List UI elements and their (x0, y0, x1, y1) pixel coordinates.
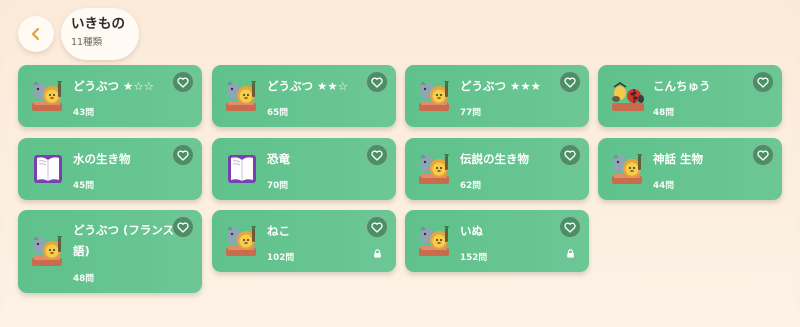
favorite-button[interactable] (366, 144, 388, 166)
heart-icon (564, 222, 576, 233)
question-count: 65問 (267, 108, 289, 118)
question-count: 62問 (460, 181, 482, 191)
favorite-button[interactable] (559, 216, 581, 238)
heart-icon (177, 222, 189, 233)
question-count: 45問 (73, 181, 95, 191)
lion-icon (30, 234, 66, 268)
question-count: 44問 (653, 181, 675, 191)
favorite-button[interactable] (172, 216, 194, 238)
favorite-button[interactable] (172, 71, 194, 93)
category-card[interactable]: どうぶつ ★★☆ 65問 (212, 65, 396, 127)
heart-icon (757, 77, 769, 88)
heart-icon (757, 150, 769, 161)
page-title: いきもの (71, 16, 125, 32)
favorite-button[interactable] (752, 144, 774, 166)
favorite-button[interactable] (559, 71, 581, 93)
question-count: 48問 (653, 108, 675, 118)
lion-icon (417, 79, 453, 113)
heart-icon (371, 150, 383, 161)
category-card[interactable]: 伝説の生き物 62問 (405, 138, 589, 200)
heart-icon (371, 222, 383, 233)
lion-icon (417, 224, 453, 258)
favorite-button[interactable] (559, 144, 581, 166)
insects-icon (610, 79, 646, 113)
question-count: 43問 (73, 108, 95, 118)
favorite-button[interactable] (366, 216, 388, 238)
lion-icon (417, 152, 453, 186)
question-count: 77問 (460, 108, 482, 118)
category-card[interactable]: どうぶつ ★☆☆ 43問 (18, 65, 202, 127)
lion-icon (610, 152, 646, 186)
category-header: いきもの 11種類 (61, 8, 139, 60)
question-count: 102問 (267, 253, 295, 263)
favorite-button[interactable] (752, 71, 774, 93)
lion-icon (30, 79, 66, 113)
heart-icon (177, 77, 189, 88)
heart-icon (177, 150, 189, 161)
question-count: 152問 (460, 253, 488, 263)
category-card[interactable]: 水の生き物 45問 (18, 138, 202, 200)
lion-icon (224, 79, 260, 113)
lock-icon (373, 243, 382, 258)
heart-icon (564, 150, 576, 161)
category-card[interactable]: こんちゅう 48問 (598, 65, 782, 127)
chevron-left-icon (31, 27, 40, 41)
favorite-button[interactable] (366, 71, 388, 93)
category-card[interactable]: ねこ 102問 (212, 210, 396, 272)
category-card[interactable]: 恐竜 70問 (212, 138, 396, 200)
book-icon (30, 152, 66, 186)
heart-icon (371, 77, 383, 88)
question-count: 48問 (73, 274, 95, 284)
heart-icon (564, 77, 576, 88)
lion-icon (224, 224, 260, 258)
category-card[interactable]: いぬ 152問 (405, 210, 589, 272)
favorite-button[interactable] (172, 144, 194, 166)
category-card[interactable]: 神話 生物 44問 (598, 138, 782, 200)
category-name: どうぶつ (フランス語) (73, 223, 175, 258)
book-icon (224, 152, 260, 186)
category-count: 11種類 (71, 37, 103, 48)
lock-icon (566, 243, 575, 258)
category-card[interactable]: どうぶつ ★★★ 77問 (405, 65, 589, 127)
category-card[interactable]: どうぶつ (フランス語) 48問 (18, 210, 202, 293)
question-count: 70問 (267, 181, 289, 191)
back-button[interactable] (18, 16, 54, 52)
